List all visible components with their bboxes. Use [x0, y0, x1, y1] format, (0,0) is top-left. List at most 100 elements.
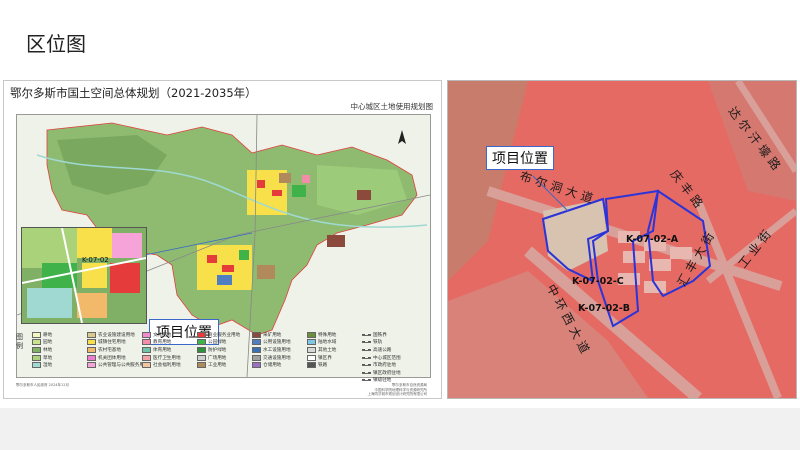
legend-item: 公共管理与公共服务用地: [87, 361, 142, 369]
legend-label: 国铁界: [373, 332, 387, 338]
legend-item: 铁轨: [362, 339, 428, 347]
legend-item: 园地: [32, 339, 87, 347]
legend-item: 广场用地: [197, 354, 252, 362]
legend-item: 教育用地: [142, 339, 197, 347]
legend-label: 铁路: [318, 363, 328, 369]
legend-label: 陆地水域: [318, 340, 337, 346]
legend-item: 农业设施建设用地: [87, 331, 142, 339]
parcel-label-c: K-07-02-C: [572, 276, 624, 287]
legend-swatch: [197, 354, 206, 361]
project-location-callout-right: 项目位置: [486, 146, 554, 170]
legend-swatch: [87, 331, 96, 338]
legend-item: 城镇住宅用地: [87, 339, 142, 347]
legend-line-symbol: [362, 348, 371, 351]
legend-swatch: [197, 331, 206, 338]
site-detail-map: 项目位置 达尔汗壕路 布尔洞大道 庆丰路 工业街 中环西大道 汇丰大街 K-07…: [447, 80, 797, 399]
legend-item: 陆地水域: [307, 339, 362, 347]
legend-line-symbol: [362, 371, 371, 374]
legend-label: 高速公路: [373, 347, 392, 353]
legend-label: 农村宅基地: [98, 347, 121, 353]
legend-item: 防护绿地: [197, 346, 252, 354]
legend-item: 镇区界: [307, 354, 362, 362]
legend-item: 公用设施用地: [252, 339, 307, 347]
legend-label: 工业用地: [208, 363, 227, 369]
legend-label: 草地: [43, 355, 53, 361]
legend-label: 医疗卫生用地: [153, 355, 181, 361]
legend-swatch: [87, 346, 96, 353]
legend-swatch: [32, 331, 41, 338]
legend-swatch: [307, 339, 316, 346]
legend-label: 湿地: [43, 363, 53, 369]
legend-swatch: [197, 362, 206, 369]
legend-item: 农村宅基地: [87, 346, 142, 354]
legend-label: 机关团体用地: [98, 355, 126, 361]
legend-item: 体育用地: [142, 346, 197, 354]
legend-item: 社会福利用地: [142, 361, 197, 369]
legend-line-symbol: [362, 341, 371, 344]
compiler-note: 鄂尔多斯市自然资源局 中国科学院地理科学与资源研究所 上海同济城市规划设计研究院…: [368, 383, 428, 397]
legend-label: 园地: [43, 340, 53, 346]
legend-line-symbol: [362, 333, 371, 336]
legend-label: 其他土地: [318, 347, 337, 353]
legend-item: 国铁界: [362, 331, 428, 339]
legend-item: 仓储用地: [252, 361, 307, 369]
inset-map-svg: [22, 228, 146, 323]
legend-swatch: [307, 354, 316, 361]
industrial-area: [327, 235, 345, 247]
legend-item: 铁路: [307, 361, 362, 369]
legend-swatch: [307, 362, 316, 369]
legend-item: 林地: [32, 346, 87, 354]
legend-swatch: [32, 354, 41, 361]
slide-title: 区位图: [26, 32, 86, 56]
legend-swatch: [307, 346, 316, 353]
legend-item: 水工设施用地: [252, 346, 307, 354]
legend-item: 中心城区范围: [362, 354, 428, 362]
legend-extra-list: 国铁界 铁轨 高速公路 中心城区范围 市政府驻地 镇区政府驻地 镇级驻地: [362, 331, 428, 384]
legend-label: 采矿用地: [263, 332, 282, 338]
legend-label: 铁轨: [373, 340, 383, 346]
legend-item: 高速公路: [362, 346, 428, 354]
legend-label: 公共管理与公共服务用地: [98, 363, 142, 369]
legend-swatch: [252, 354, 261, 361]
legend-item: 公园绿地: [197, 339, 252, 347]
legend-item: 医疗卫生用地: [142, 354, 197, 362]
parcel-label-a: K-07-02-A: [626, 234, 679, 245]
legend-item: 交通设施用地: [252, 354, 307, 362]
legend-swatch: [252, 346, 261, 353]
legend-label: 防护绿地: [208, 347, 227, 353]
legend-item: 特殊用地: [307, 331, 362, 339]
north-arrow-icon: [398, 130, 406, 144]
legend-label: 林地: [43, 347, 53, 353]
slide-footer-band: [0, 408, 800, 450]
legend-swatch: [87, 354, 96, 361]
inset-parcel-label: K-07-02: [82, 256, 109, 264]
legend-item: 其他土地: [307, 346, 362, 354]
legend-label: 耕地: [43, 332, 53, 338]
legend-label: 特殊用地: [318, 332, 337, 338]
planning-map-subtitle: 中心城区土地使用规划图: [350, 102, 434, 111]
legend-label: 社会福利用地: [153, 363, 181, 369]
legend-swatch: [307, 331, 316, 338]
legend-item: 市政府驻地: [362, 361, 428, 369]
legend-item: 镇区政府驻地: [362, 369, 428, 377]
legend-swatch: [142, 362, 151, 369]
legend-swatch: [32, 339, 41, 346]
legend-label: 公用设施用地: [263, 340, 291, 346]
planning-map-title: 鄂尔多斯市国土空间总体规划（2021-2035年）: [10, 86, 257, 100]
legend-label: 市政府驻地: [373, 363, 396, 369]
legend-line-symbol: [362, 356, 371, 359]
legend-title: 图例: [16, 333, 23, 350]
legend-label: 中心城区范围: [373, 355, 401, 361]
legend-label: 城镇住宅用地: [98, 340, 126, 346]
legend-line-symbol: [362, 379, 371, 382]
legend-swatch: [87, 339, 96, 346]
industrial-area: [357, 190, 371, 200]
legend-swatch: [197, 339, 206, 346]
legend-label: 镇区界: [318, 355, 332, 361]
legend-label: 商业服务业用地: [208, 332, 241, 338]
legend-label: 水工设施用地: [263, 347, 291, 353]
legend-item: 草地: [32, 354, 87, 362]
legend-item: 机关团体用地: [87, 354, 142, 362]
legend-label: 广场用地: [208, 355, 227, 361]
legend-item: 商业服务业用地: [197, 331, 252, 339]
